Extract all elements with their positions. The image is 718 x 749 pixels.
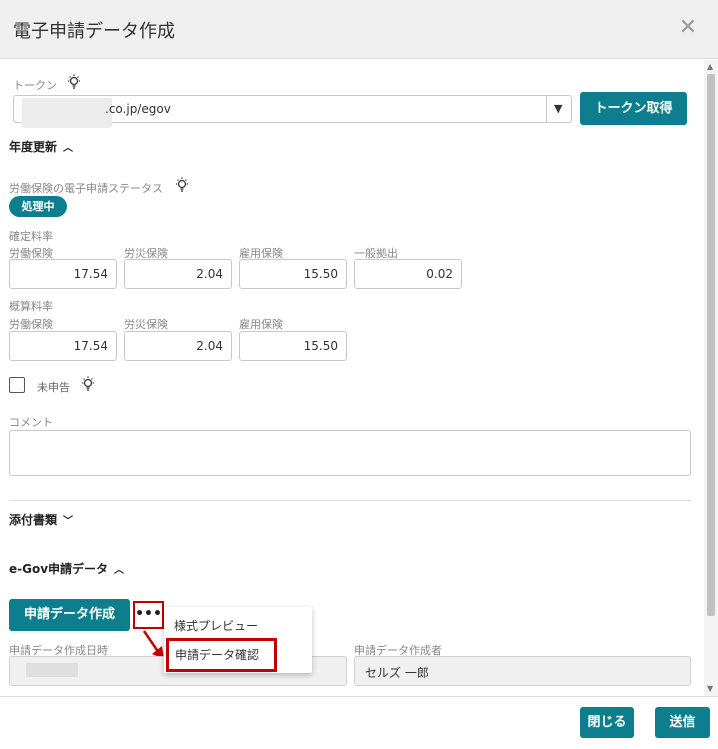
field-label: 労働保険	[9, 318, 53, 331]
estimated-workers-comp-input[interactable]: 2.04	[124, 331, 232, 361]
get-token-button[interactable]: トークン取得	[580, 92, 687, 125]
scrollbar-thumb[interactable]	[707, 74, 715, 616]
dialog-header: 電子申請データ作成 ✕	[0, 0, 718, 59]
menu-item-form-preview[interactable]: 様式プレビュー	[174, 617, 258, 634]
more-options-button[interactable]: •••	[133, 601, 164, 629]
create-application-data-button[interactable]: 申請データ作成	[9, 599, 130, 631]
divider	[9, 500, 691, 501]
token-value: .co.jp/egov	[105, 102, 171, 116]
annual-update-section-header[interactable]: 年度更新 ︿	[9, 138, 73, 155]
chevron-up-icon[interactable]: ︿	[114, 561, 124, 576]
dropdown-arrow-icon[interactable]: ▼	[554, 102, 562, 115]
scrollbar[interactable]: ▲ ▼	[704, 60, 718, 696]
close-button[interactable]: 閉じる	[580, 707, 634, 738]
redacted-area	[26, 663, 78, 677]
status-label: 労働保険の電子申請ステータス	[9, 182, 163, 195]
created-by-field: セルズ 一郎	[354, 656, 691, 686]
more-options-menu: 様式プレビュー 申請データ確認	[164, 607, 312, 673]
chevron-down-icon[interactable]: ﹀	[63, 512, 73, 527]
confirmed-labor-insurance-input[interactable]: 17.54	[9, 259, 117, 289]
lightbulb-icon[interactable]	[66, 74, 82, 90]
scroll-down-icon[interactable]: ▼	[707, 684, 713, 693]
comment-label: コメント	[9, 416, 53, 429]
field-label: 雇用保険	[239, 318, 283, 331]
dialog-footer: 閉じる 送信	[0, 696, 718, 749]
redacted-area	[22, 98, 112, 128]
comment-textarea[interactable]	[9, 430, 691, 476]
estimated-rate-label: 概算料率	[9, 300, 53, 313]
lightbulb-icon[interactable]	[80, 376, 96, 392]
token-select[interactable]: .co.jp/egov ▼	[13, 95, 572, 128]
close-icon[interactable]: ✕	[678, 15, 698, 41]
created-by-value: セルズ 一郎	[365, 666, 429, 680]
estimated-employment-insurance-input[interactable]: 15.50	[239, 331, 347, 361]
dialog-title: 電子申請データ作成	[13, 21, 175, 42]
field-label: 労災保険	[124, 318, 168, 331]
status-badge: 処理中	[9, 196, 67, 217]
unreported-label: 未申告	[37, 381, 70, 394]
send-button[interactable]: 送信	[655, 707, 710, 738]
attachments-section-header[interactable]: 添付書類 ﹀	[9, 511, 73, 528]
unreported-checkbox[interactable]	[9, 377, 25, 393]
confirmed-workers-comp-input[interactable]: 2.04	[124, 259, 232, 289]
estimated-labor-insurance-input[interactable]: 17.54	[9, 331, 117, 361]
token-label: トークン	[13, 79, 57, 92]
chevron-up-icon[interactable]: ︿	[63, 139, 73, 154]
egov-title: e-Gov申請データ	[9, 562, 109, 576]
annual-update-title: 年度更新	[9, 140, 58, 154]
lightbulb-icon[interactable]	[174, 177, 190, 193]
confirmed-employment-insurance-input[interactable]: 15.50	[239, 259, 347, 289]
attachments-title: 添付書類	[9, 513, 58, 527]
egov-section-header[interactable]: e-Gov申請データ ︿	[9, 560, 124, 577]
menu-item-confirm-application-data[interactable]: 申請データ確認	[166, 638, 277, 672]
confirmed-rate-label: 確定料率	[9, 230, 53, 243]
scroll-up-icon[interactable]: ▲	[707, 62, 713, 71]
confirmed-general-contribution-input[interactable]: 0.02	[354, 259, 462, 289]
